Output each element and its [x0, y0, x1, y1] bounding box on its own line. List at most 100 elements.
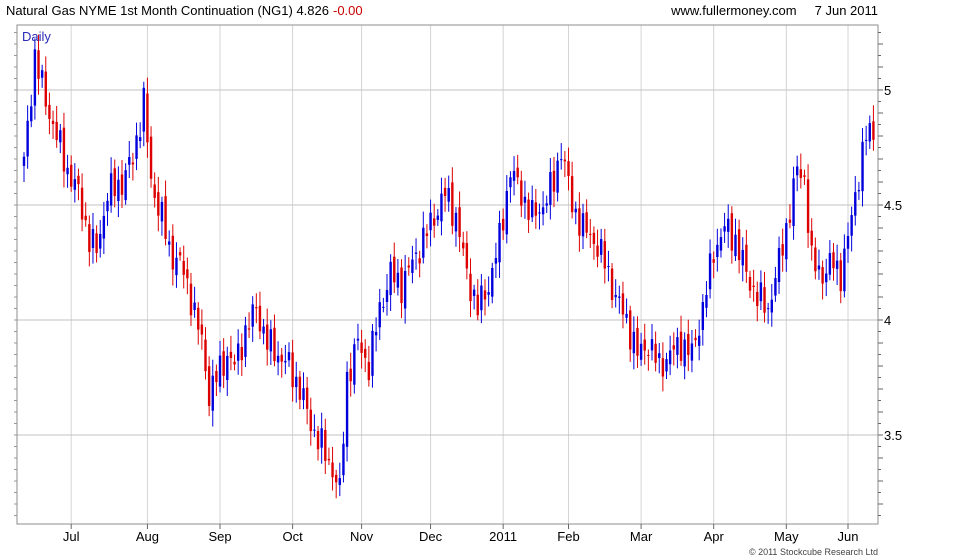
candle-body — [186, 269, 189, 279]
candle-body — [803, 175, 806, 177]
candle-body — [759, 282, 763, 302]
copyright: © 2011 Stockcube Research Ltd — [748, 547, 878, 557]
candle-body — [240, 346, 243, 361]
candle-body — [331, 462, 334, 478]
candle-body — [55, 121, 58, 141]
candle-body — [236, 343, 240, 361]
candle-body — [345, 371, 349, 447]
x-tick-label: Feb — [557, 529, 579, 544]
candle-body — [364, 348, 367, 358]
candle-body — [80, 187, 84, 220]
y-tick-label: 4 — [884, 313, 891, 328]
candle-body — [647, 354, 650, 356]
candle-body — [48, 104, 51, 119]
candle-body — [30, 106, 33, 122]
candle-body — [665, 359, 668, 372]
candle-body — [84, 215, 87, 221]
candle-body — [781, 244, 784, 256]
candle-body — [712, 259, 715, 263]
candle-body — [523, 196, 527, 203]
candle-body — [676, 337, 679, 355]
candle-body — [730, 213, 734, 251]
candle-body — [817, 265, 821, 270]
candle-body — [316, 430, 320, 450]
candle-body — [309, 409, 312, 432]
candle-body — [385, 290, 389, 302]
candle-body — [66, 167, 69, 175]
price-chart: Jul Aug Sep Oct Nov Dec 2011 Feb Mar Apr May Jun 5 4.… — [14, 24, 902, 544]
candle-body — [581, 213, 585, 237]
candle-body — [483, 290, 487, 300]
candle-body — [164, 196, 167, 239]
y-tick-label: 3.5 — [884, 428, 902, 443]
candle-body — [429, 212, 432, 231]
axis-labels: Jul Aug Sep Oct Nov Dec 2011 Feb Mar Apr May Jun 5 4.… — [63, 83, 902, 544]
candle-body — [494, 258, 498, 264]
candle-body — [302, 388, 305, 401]
candle-body — [128, 157, 131, 165]
candle-body — [639, 343, 643, 360]
candle-body — [378, 302, 381, 328]
candle-body — [117, 179, 120, 202]
candle-body — [138, 137, 142, 141]
candle-body — [501, 218, 505, 231]
period-label: Daily — [22, 29, 51, 44]
candle-body — [356, 338, 360, 341]
chart-grid — [17, 25, 878, 524]
candle-body — [95, 233, 98, 253]
candle-body — [832, 252, 835, 269]
x-tick-label: Mar — [630, 529, 653, 544]
candle-body — [157, 192, 160, 216]
candle-body — [142, 87, 145, 132]
candle-body — [218, 355, 222, 387]
candle-body — [618, 296, 621, 298]
candle-body — [298, 376, 302, 400]
candle-body — [160, 201, 164, 222]
candle-body — [360, 342, 363, 353]
candle-body — [229, 351, 233, 358]
candle-body — [422, 227, 425, 258]
candle-body — [465, 243, 469, 269]
candle-body — [382, 306, 385, 308]
x-tick-label: 2011 — [489, 529, 517, 544]
candle-body — [458, 207, 461, 238]
candle-body — [469, 273, 472, 302]
x-tick-label: Sep — [208, 529, 231, 544]
candle-body — [854, 192, 857, 216]
candle-body — [814, 247, 817, 272]
candle-body — [287, 352, 291, 361]
candle-body — [284, 360, 287, 363]
candle-body — [487, 292, 490, 295]
candle-body — [244, 325, 247, 357]
candle-body — [200, 324, 204, 335]
candle-body — [334, 474, 338, 483]
candle-body — [400, 267, 403, 304]
x-tick-label: Jun — [838, 529, 859, 544]
candle-body — [124, 170, 127, 201]
candle-body — [687, 333, 690, 355]
candle-body — [425, 233, 429, 236]
candle-body — [705, 295, 708, 308]
candle-body — [77, 175, 80, 185]
candle-body — [741, 249, 744, 266]
candle-body — [59, 130, 62, 143]
candle-body — [273, 327, 276, 362]
candle-body — [440, 193, 443, 222]
candle-body — [716, 244, 719, 258]
candle-body — [472, 289, 476, 296]
candle-body — [44, 71, 47, 107]
candle-body — [516, 167, 519, 178]
candle-body — [766, 308, 770, 310]
candle-body — [719, 237, 723, 251]
candle-body — [102, 215, 106, 239]
candle-body — [178, 252, 182, 256]
candle-body — [193, 302, 196, 310]
candle-body — [752, 285, 755, 288]
candle-body — [756, 291, 759, 306]
y-tick-label: 5 — [884, 83, 891, 98]
candle-body — [269, 329, 273, 352]
x-tick-label: May — [774, 529, 799, 544]
candle-body — [418, 258, 421, 264]
candle-body — [763, 287, 766, 313]
candle-body — [509, 177, 512, 188]
